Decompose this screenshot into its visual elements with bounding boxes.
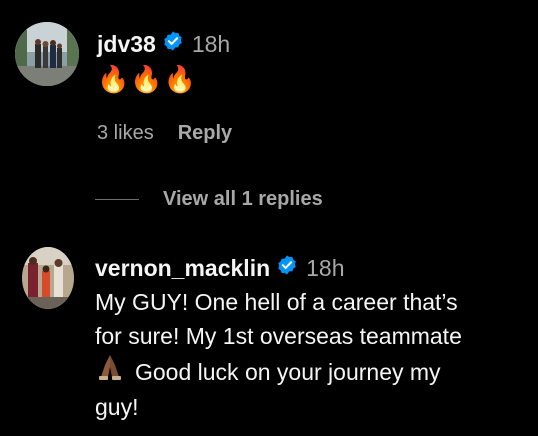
likes-count[interactable]: 3 likes xyxy=(97,122,154,145)
view-replies-button[interactable]: View all 1 replies xyxy=(95,185,323,213)
reply-button[interactable]: Reply xyxy=(178,122,232,145)
divider-line xyxy=(95,198,139,200)
fire-emoji-text: 🔥🔥🔥 xyxy=(97,64,198,94)
comment-header: jdv38 18h xyxy=(97,28,230,60)
comment-line: My GUY! One hell of a career that’s xyxy=(95,289,458,315)
comment-text: 🔥🔥🔥 xyxy=(97,62,197,97)
comment-jdv38: jdv38 18h 🔥🔥🔥 3 likes Reply View all 1 r… xyxy=(0,0,538,230)
avatar[interactable] xyxy=(15,22,79,86)
username[interactable]: jdv38 xyxy=(97,31,156,58)
comment-text: My GUY! One hell of a career that’s for … xyxy=(95,285,535,424)
avatar[interactable] xyxy=(22,247,74,309)
timestamp: 18h xyxy=(191,30,231,57)
timestamp: 18h xyxy=(306,254,345,281)
verified-badge-icon xyxy=(162,30,184,58)
comment-vernon-macklin: vernon_macklin 18h My GUY! One hell of a… xyxy=(0,230,538,436)
folded-hands-emoji xyxy=(95,353,125,390)
comment-line-with-emoji: Good luck on your journey my xyxy=(95,353,535,390)
verified-badge-icon xyxy=(276,254,298,282)
avatar-photo xyxy=(22,247,74,309)
view-replies-label: View all 1 replies xyxy=(163,187,323,210)
comment-header: vernon_macklin 18h xyxy=(95,252,345,284)
comment-line: Good luck on your journey my xyxy=(135,358,441,385)
comment-line: for sure! My 1st overseas teammate xyxy=(95,323,462,349)
comment-line: guy! xyxy=(95,394,139,420)
username[interactable]: vernon_macklin xyxy=(95,255,270,282)
avatar-photo xyxy=(15,22,79,86)
comment-actions: 3 likes Reply xyxy=(97,119,232,147)
